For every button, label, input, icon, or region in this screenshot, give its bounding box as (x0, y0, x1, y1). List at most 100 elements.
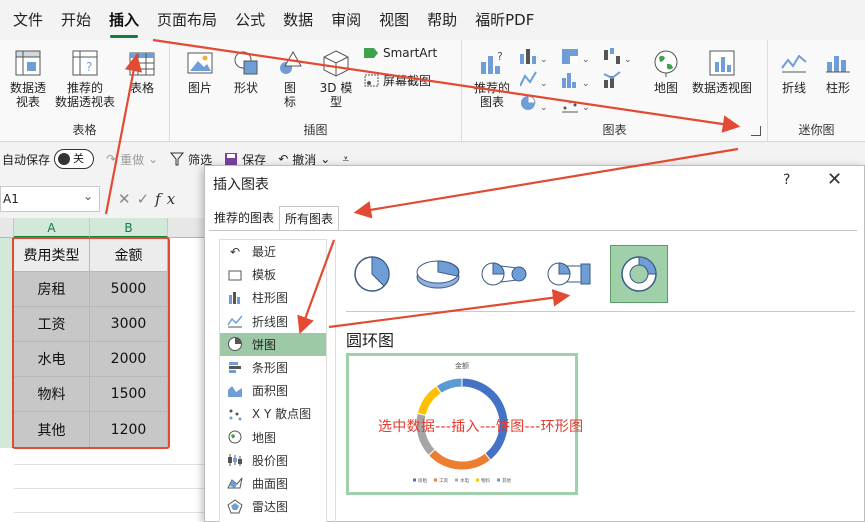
combo-chart-icon[interactable] (603, 71, 621, 88)
hierarchy-chart-icon[interactable]: ⌄ (562, 49, 590, 65)
sparkline-column-icon (826, 56, 850, 73)
shapes-icon (234, 51, 258, 75)
tab-recommended-charts[interactable]: 推荐的图表 (209, 206, 279, 231)
chart-type-surface[interactable]: 曲面图 (220, 472, 326, 495)
chart-type-map[interactable]: 地图 (220, 426, 326, 449)
pivot-chart-button[interactable]: 数据透视图 (688, 48, 756, 95)
sparkline-line-icon (781, 54, 807, 73)
cube-icon (323, 50, 349, 77)
sparkline-column-button[interactable]: 柱形 (820, 48, 856, 95)
chart-type-label: 条形图 (252, 361, 289, 376)
sparkline-column-label: 柱形 (825, 81, 850, 95)
stock-chart-icon (226, 452, 244, 468)
help-button[interactable]: ? (783, 172, 790, 188)
fx-icon[interactable]: fx (155, 190, 181, 208)
tab-foxit-pdf[interactable]: 福昕PDF (466, 0, 543, 40)
chart-type-templates[interactable]: 模板 (220, 263, 326, 286)
icons-label-2: 标 (283, 95, 296, 109)
screenshot-icon (364, 74, 379, 86)
chart-type-column[interactable]: 柱形图 (220, 286, 326, 309)
waterfall-chart-icon[interactable]: ⌄ (604, 48, 632, 65)
bar-chart-icon (226, 360, 244, 376)
tab-data[interactable]: 数据 (274, 0, 322, 40)
chart-type-label: 地图 (252, 430, 277, 445)
undo-icon: ↶ (278, 152, 289, 166)
map-button[interactable]: 地图 (648, 48, 684, 95)
3d-pie-subtype-icon (416, 260, 460, 289)
pivot-table-button[interactable]: 数据透 视表 (4, 48, 52, 109)
chart-type-bar[interactable]: 条形图 (220, 356, 326, 379)
tab-page-layout[interactable]: 页面布局 (148, 0, 226, 40)
redo-button[interactable]: ↷ 重做 ⌄ (106, 151, 158, 168)
subtype-3d-pie[interactable] (412, 248, 464, 300)
filter-icon (170, 152, 185, 166)
recent-icon: ↶ (229, 244, 241, 259)
chart-type-label: 面积图 (252, 384, 289, 399)
scatter-chart-icon (226, 406, 244, 422)
statistic-chart-icon[interactable]: ⌄ (562, 73, 590, 89)
3d-models-button[interactable]: 3D 模 型 (314, 48, 358, 109)
pivot-table-icon (15, 50, 41, 76)
legend-swatch (413, 478, 416, 482)
pie-subtype-icon (354, 256, 390, 292)
tab-file[interactable]: 文件 (4, 0, 52, 40)
tab-home[interactable]: 开始 (52, 0, 100, 40)
svg-text:⌄: ⌄ (540, 103, 548, 113)
chart-type-recent[interactable]: ↶ 最近 (220, 240, 326, 263)
area-chart-icon (226, 383, 244, 399)
screenshot-label: 屏幕截图 (383, 74, 432, 88)
icons-button[interactable]: 图 标 (272, 48, 308, 109)
selected-data-frame (12, 237, 170, 449)
autosave-toggle[interactable]: 关 (54, 149, 95, 169)
column-chart-icon[interactable]: ⌄ (520, 49, 548, 65)
pictures-button[interactable]: 图片 (182, 48, 218, 95)
subtype-bar-of-pie[interactable] (544, 248, 596, 300)
svg-text:⌄: ⌄ (540, 79, 548, 89)
table-button[interactable]: 表格 (120, 48, 164, 95)
group-sparklines: 折线 柱形 迷你图 (768, 40, 865, 142)
3d-models-label-1: 3D 模 (319, 81, 353, 95)
screenshot-button[interactable]: 屏幕截图 (364, 72, 431, 89)
chart-type-label: 雷达图 (252, 500, 289, 515)
recommended-charts-button[interactable]: ? 推荐的 图表 (468, 48, 516, 109)
close-icon[interactable]: ✕ (827, 169, 842, 190)
corner-select[interactable] (0, 218, 14, 238)
chart-type-stock[interactable]: 股价图 (220, 449, 326, 472)
pictures-label: 图片 (187, 81, 212, 95)
chart-type-area[interactable]: 面积图 (220, 379, 326, 402)
chart-type-radar[interactable]: 雷达图 (220, 495, 326, 518)
charts-dialog-launcher[interactable] (751, 126, 761, 136)
column-header-b[interactable]: B (90, 218, 168, 238)
svg-text:?: ? (497, 50, 503, 63)
tab-help[interactable]: 帮助 (418, 0, 466, 40)
tab-review[interactable]: 审阅 (322, 0, 370, 40)
chart-type-pie[interactable]: 饼图 (220, 332, 326, 356)
scatter-chart-icon[interactable]: ⌄ (562, 100, 590, 114)
chart-type-line[interactable]: 折线图 (220, 310, 326, 333)
svg-text:⌄: ⌄ (582, 79, 590, 89)
tab-view[interactable]: 视图 (370, 0, 418, 40)
subtype-pie[interactable] (346, 248, 398, 300)
enter-icon[interactable]: ✓ (137, 190, 156, 208)
column-header-a[interactable]: A (14, 218, 90, 238)
recommended-pivot-button[interactable]: ? 推荐的 数据透视表 (52, 48, 118, 109)
cancel-icon[interactable]: ✕ (118, 190, 137, 208)
tab-insert[interactable]: 插入 (100, 0, 148, 40)
tab-all-charts[interactable]: 所有图表 (279, 206, 340, 231)
smartart-button[interactable]: SmartArt (364, 46, 437, 60)
chart-type-scatter[interactable]: X Y 散点图 (220, 402, 326, 425)
line-chart-icon[interactable]: ⌄ (520, 71, 548, 89)
subtype-pie-of-pie[interactable] (478, 248, 530, 300)
tab-formulas[interactable]: 公式 (226, 0, 274, 40)
name-box[interactable]: A1 (0, 184, 100, 212)
pie-chart-icon[interactable]: ⌄ (521, 95, 548, 113)
map-label: 地图 (653, 81, 678, 95)
chart-type-label: 折线图 (252, 314, 289, 329)
doughnut-subtype-icon (621, 256, 657, 292)
group-label-charts: 图表 (602, 123, 627, 137)
subtype-doughnut[interactable] (610, 245, 668, 303)
shapes-button[interactable]: 形状 (226, 48, 266, 95)
sparkline-line-label: 折线 (781, 81, 806, 95)
subtype-title: 圆环图 (346, 331, 395, 350)
sparkline-line-button[interactable]: 折线 (776, 48, 812, 95)
